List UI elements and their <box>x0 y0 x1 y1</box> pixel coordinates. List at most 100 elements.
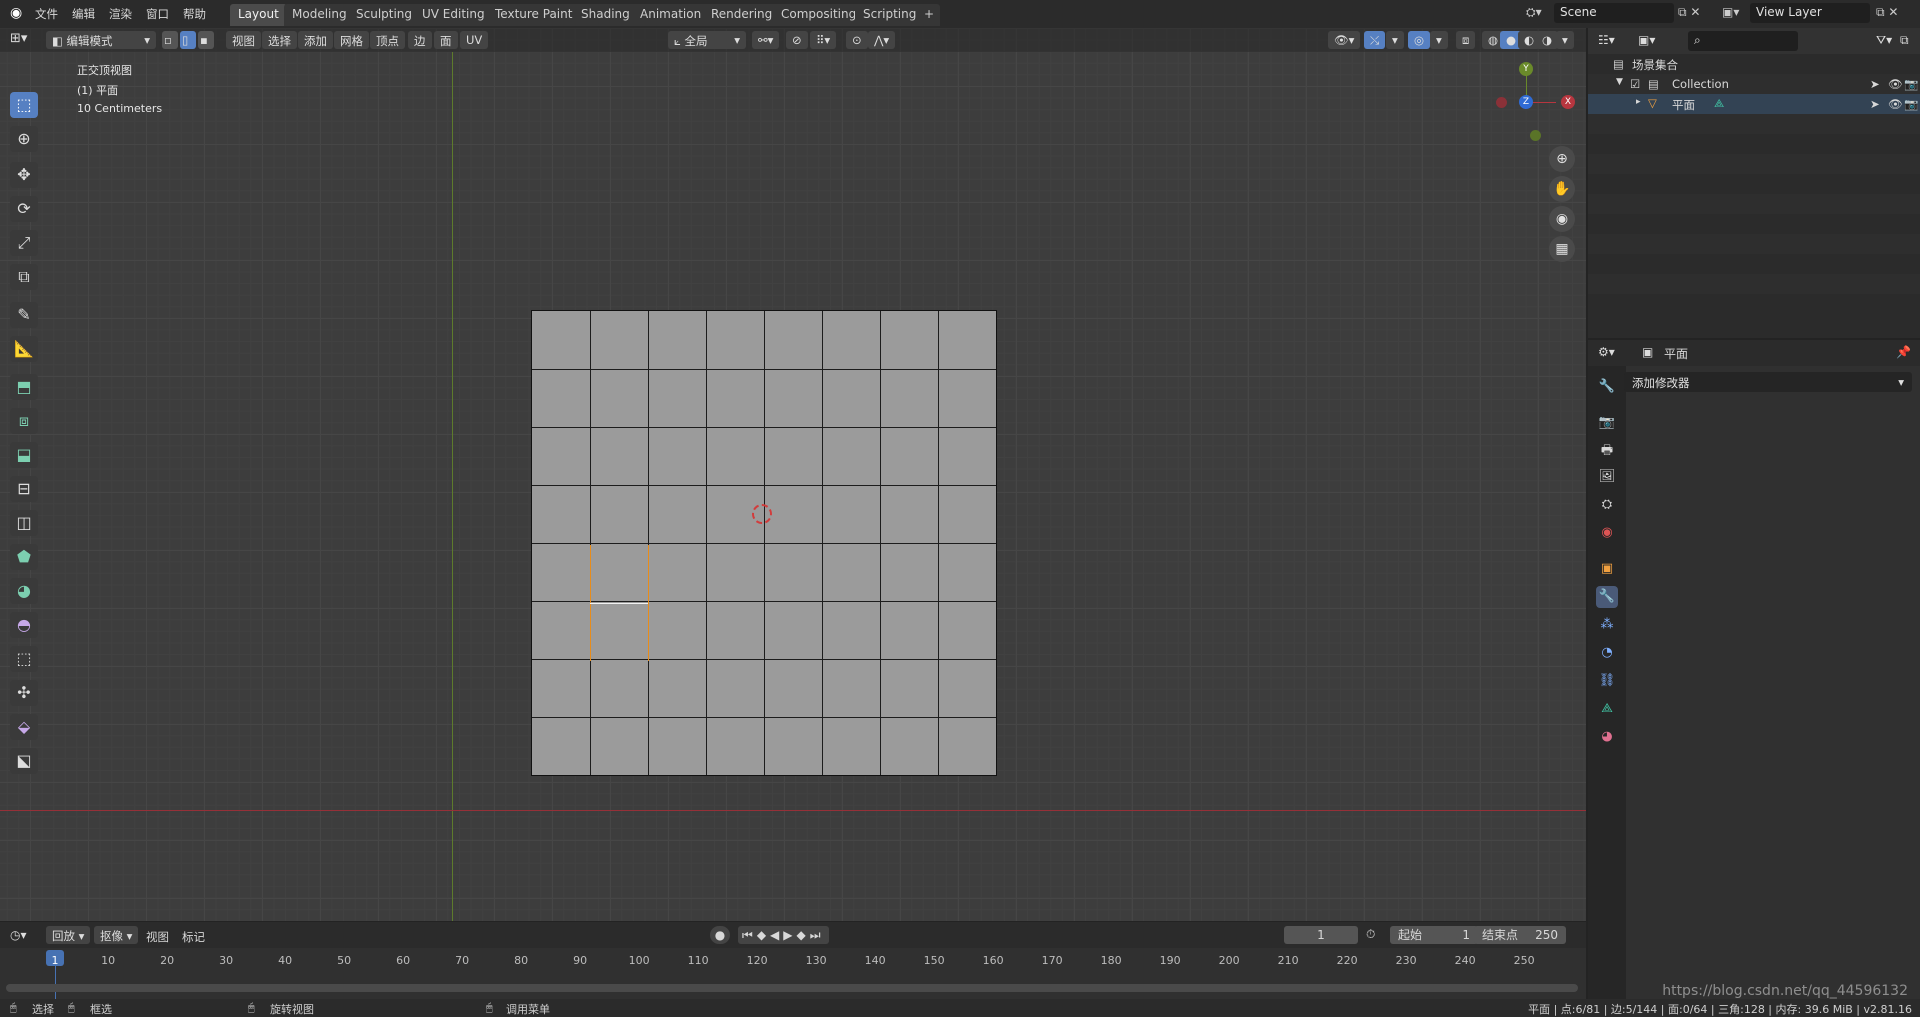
object-tab-icon[interactable]: ▣ <box>1596 558 1618 580</box>
shear-icon[interactable]: ⬙ <box>10 714 38 740</box>
falloff-icon[interactable]: ⋀▾ <box>868 31 896 49</box>
active-edge[interactable] <box>590 603 648 604</box>
menu-window[interactable]: 窗口 <box>146 6 169 22</box>
checkbox-icon[interactable]: ☑ <box>1630 77 1640 91</box>
mesh-data-icon[interactable]: ⟁ <box>1714 96 1724 111</box>
pin-icon[interactable]: 📌 <box>1896 345 1911 359</box>
inset-icon[interactable]: ⧈ <box>10 408 38 434</box>
add-modifier-dropdown[interactable]: 添加修改器 ▾ <box>1624 372 1912 392</box>
scale-icon[interactable]: ⤢ <box>10 230 38 256</box>
tab-compositing[interactable]: Compositing <box>773 4 865 26</box>
move-icon[interactable]: ✥ <box>10 162 38 188</box>
menu-render[interactable]: 渲染 <box>109 6 132 22</box>
view-layer-tab-icon[interactable]: 🖼 <box>1596 466 1618 488</box>
plane-mesh[interactable] <box>531 310 997 776</box>
scene-tab-icon[interactable]: ⛭ <box>1596 494 1618 516</box>
3d-viewport[interactable]: ⊞▾ ◧ 编辑模式 ▾ ▫ ▯ ▪ 视图 选择 添加 网格 顶点 边 面 UV … <box>0 28 1586 921</box>
transform-orientation-dropdown[interactable]: ⟀ 全局 ▾ <box>668 31 746 49</box>
bevel-icon[interactable]: ⬓ <box>10 442 38 468</box>
outliner-search-input[interactable]: ⌕ <box>1688 31 1798 51</box>
expand-arrow-icon[interactable]: ▸ <box>1636 97 1641 107</box>
annotate-icon[interactable]: ✎ <box>10 302 38 328</box>
tab-rendering[interactable]: Rendering <box>703 4 781 26</box>
properties-editor-icon[interactable]: ⚙▾ <box>1598 345 1615 359</box>
new-scene-icon[interactable]: ⧉ ✕ <box>1678 5 1700 20</box>
scene-icon[interactable]: ⛭▾ <box>1526 5 1542 20</box>
overlay-toggle-icon[interactable]: ◎ <box>1408 31 1431 49</box>
menu-vertex[interactable]: 顶点 <box>370 31 405 49</box>
eye-icon[interactable]: 👁 <box>1888 77 1903 91</box>
menu-file[interactable]: 文件 <box>35 6 58 22</box>
gizmo-toggle-icon[interactable]: ⤯ <box>1364 31 1386 49</box>
extrude-icon[interactable]: ⬒ <box>10 374 38 400</box>
poly-build-icon[interactable]: ⬟ <box>10 544 38 570</box>
outliner-row-scene-collection[interactable]: ▤ 场景集合 <box>1588 54 1920 74</box>
pivot-point-icon[interactable]: ⚯▾ <box>752 31 780 49</box>
outliner-row-plane[interactable]: ▸ ▽ 平面 ⟁ ➤ 👁 📷 <box>1588 94 1920 114</box>
edge-slide-icon[interactable]: ⬚ <box>10 646 38 672</box>
loop-cut-icon[interactable]: ⊟ <box>10 476 38 502</box>
selected-edge-right[interactable] <box>648 545 649 661</box>
snap-grid-icon[interactable]: ⠿▾ <box>810 31 837 49</box>
output-tab-icon[interactable]: 🖶 <box>1596 440 1618 462</box>
particles-tab-icon[interactable]: ⁂ <box>1596 614 1618 636</box>
pan-hand-icon[interactable]: ✋ <box>1549 176 1575 202</box>
shrink-fatten-icon[interactable]: ✣ <box>10 680 38 706</box>
filter-icon[interactable]: ⛛▾ <box>1876 33 1892 48</box>
gizmo-neg-x-icon[interactable] <box>1496 97 1507 108</box>
xray-toggle-icon[interactable]: ⧈ <box>1456 31 1476 49</box>
mode-dropdown[interactable]: ◧ 编辑模式 ▾ <box>46 31 156 49</box>
material-tab-icon[interactable]: ◕ <box>1596 726 1618 748</box>
display-mode-icon[interactable]: ▣▾ <box>1638 33 1655 47</box>
perspective-grid-icon[interactable]: ▦ <box>1549 236 1575 262</box>
outliner-row-collection[interactable]: ▼ ☑ ▤ Collection ➤ 👁 📷 <box>1588 74 1920 94</box>
select-box-icon[interactable]: ⬚ <box>10 92 38 118</box>
tab-uv-editing[interactable]: UV Editing <box>414 4 493 26</box>
shading-menu-icon[interactable]: ▾ <box>1556 31 1574 49</box>
new-view-layer-icon[interactable]: ⧉ ✕ <box>1876 5 1898 20</box>
blender-logo-icon[interactable]: ◉ <box>10 5 22 21</box>
rip-region-icon[interactable]: ⬕ <box>10 748 38 774</box>
transform-icon[interactable]: ⧉ <box>10 264 38 290</box>
modifier-tab-icon[interactable]: 🔧 <box>1596 586 1618 608</box>
vertex-select-button[interactable]: ▫ <box>162 31 178 49</box>
timeline-scrollbar[interactable] <box>6 984 1578 992</box>
new-collection-icon[interactable]: ⧉ <box>1900 33 1909 48</box>
snap-toggle-icon[interactable]: ⊘ <box>786 31 808 49</box>
world-tab-icon[interactable]: ◉ <box>1596 522 1618 544</box>
tab-texture-paint[interactable]: Texture Paint <box>487 4 581 26</box>
render-camera-icon[interactable]: 📷 <box>1904 97 1918 111</box>
physics-tab-icon[interactable]: ◔ <box>1596 642 1618 664</box>
expand-arrow-icon[interactable]: ▼ <box>1616 77 1623 87</box>
gizmo-z-icon[interactable]: Z <box>1519 95 1533 109</box>
view-layer-selector[interactable]: View Layer <box>1750 3 1870 23</box>
zoom-icon[interactable]: ⊕ <box>1549 146 1575 172</box>
render-tab-icon[interactable]: 📷 <box>1596 412 1618 434</box>
outliner-editor-icon[interactable]: ☷▾ <box>1598 33 1615 47</box>
tab-layout[interactable]: Layout <box>230 4 287 26</box>
menu-help[interactable]: 帮助 <box>183 6 206 22</box>
overlay-menu-icon[interactable]: ▾ <box>1430 31 1448 49</box>
tab-modeling[interactable]: Modeling <box>284 4 355 26</box>
selectable-arrow-icon[interactable]: ➤ <box>1870 77 1880 91</box>
view-layer-icon[interactable]: ▣▾ <box>1722 5 1739 19</box>
tab-shading[interactable]: Shading <box>573 4 638 26</box>
menu-face[interactable]: 面 <box>434 31 458 49</box>
visibility-icon[interactable]: 👁▾ <box>1328 31 1361 49</box>
smooth-icon[interactable]: ◓ <box>10 612 38 638</box>
menu-select[interactable]: 选择 <box>262 31 297 49</box>
measure-icon[interactable]: 📐 <box>10 336 38 362</box>
tab-sculpting[interactable]: Sculpting <box>348 4 421 26</box>
menu-uv[interactable]: UV <box>460 31 489 49</box>
menu-mesh[interactable]: 网格 <box>334 31 369 49</box>
menu-add[interactable]: 添加 <box>298 31 333 49</box>
eye-icon[interactable]: 👁 <box>1888 97 1903 111</box>
cursor-icon[interactable]: ⊕ <box>10 126 38 152</box>
menu-view[interactable]: 视图 <box>226 31 261 49</box>
constraints-tab-icon[interactable]: ⛓ <box>1596 670 1618 692</box>
edge-select-button[interactable]: ▯ <box>180 31 196 49</box>
rendered-shading-icon[interactable]: ◑ <box>1536 31 1559 49</box>
gizmo-y-icon[interactable]: Y <box>1519 62 1533 76</box>
editor-type-icon[interactable]: ⊞▾ <box>10 31 27 46</box>
menu-edge[interactable]: 边 <box>408 31 432 49</box>
